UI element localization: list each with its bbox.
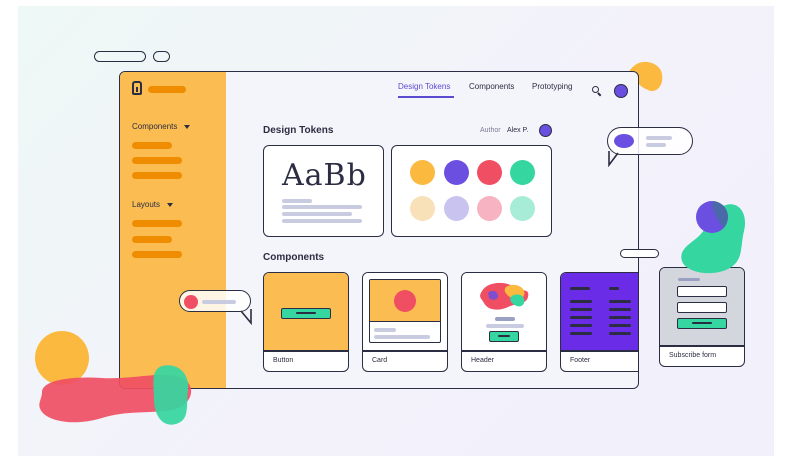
sidebar-section-layouts-label: Layouts (132, 200, 161, 209)
button-preview (677, 318, 727, 329)
component-card-label: Subscribe form (669, 352, 717, 359)
header-preview-graphic (480, 282, 529, 310)
decor-pill-short (153, 51, 170, 62)
footer-link-placeholder (609, 332, 631, 335)
author-avatar (539, 124, 552, 137)
footer-link-placeholder (609, 316, 631, 319)
avatar[interactable] (614, 84, 628, 98)
color-swatch[interactable] (410, 160, 435, 185)
chat-text-placeholder (646, 136, 672, 140)
caret-down-icon (167, 202, 174, 207)
decor-blobs-bottom-left (35, 331, 192, 425)
color-swatch[interactable] (510, 196, 535, 221)
sidebar-item-placeholder[interactable] (132, 236, 172, 243)
component-card-footer[interactable]: Footer (560, 272, 638, 372)
footer-link-placeholder (570, 316, 592, 319)
component-card-card[interactable]: Card (362, 272, 448, 372)
footer-link-placeholder (570, 300, 592, 303)
card-preview-image (370, 280, 440, 322)
text-line-placeholder (282, 205, 362, 209)
color-swatch[interactable] (510, 160, 535, 185)
card-divider (462, 350, 546, 352)
chat-bubble-tail (240, 309, 252, 325)
color-token-card[interactable] (391, 145, 552, 237)
decor-pill-long (94, 51, 146, 62)
card-preview (363, 273, 447, 350)
tab-prototyping[interactable]: Prototyping (532, 82, 572, 91)
card-divider (363, 350, 447, 352)
card-preview (264, 273, 348, 350)
button-preview (489, 331, 519, 342)
text-line-placeholder (486, 324, 524, 328)
tab-components[interactable]: Components (469, 82, 514, 91)
color-swatch[interactable] (477, 196, 502, 221)
logo-wordmark-placeholder (148, 86, 186, 93)
chat-bubble-tail (608, 151, 619, 167)
sidebar-item-placeholder[interactable] (132, 142, 172, 149)
logo-icon[interactable] (132, 81, 142, 95)
footer-link-placeholder (609, 308, 631, 311)
footer-link-placeholder (609, 324, 631, 327)
text-line-placeholder (495, 317, 515, 321)
sidebar-item-placeholder[interactable] (132, 220, 182, 227)
footer-link-placeholder (570, 287, 590, 290)
author-name: Alex P. (507, 127, 529, 134)
typography-sample: AaBb (282, 158, 367, 193)
sidebar-item-placeholder[interactable] (132, 157, 182, 164)
card-preview (660, 268, 744, 345)
sidebar-item-placeholder[interactable] (132, 172, 182, 179)
footer-link-placeholder (570, 324, 592, 327)
component-card-label: Header (471, 357, 494, 364)
decor-pill-right (620, 249, 659, 258)
card-divider (660, 345, 744, 347)
sidebar-item-placeholder[interactable] (132, 251, 182, 258)
color-swatch[interactable] (410, 196, 435, 221)
active-tab-underline (398, 96, 454, 98)
sidebar-section-components-label: Components (132, 122, 178, 131)
color-swatch[interactable] (444, 160, 469, 185)
footer-link-placeholder (570, 332, 592, 335)
design-tokens-title: Design Tokens (263, 125, 334, 136)
component-card-label: Footer (570, 357, 591, 364)
component-card-header[interactable]: Header (461, 272, 547, 372)
text-line-placeholder (282, 219, 362, 223)
chat-text-placeholder (646, 143, 666, 147)
component-card-subscribe-form[interactable]: Subscribe form (659, 267, 745, 367)
color-swatch[interactable] (444, 196, 469, 221)
search-icon[interactable] (592, 86, 599, 93)
card-preview (561, 273, 638, 350)
components-title: Components (263, 252, 325, 263)
card-preview (462, 273, 546, 350)
chat-bubble-avatar (184, 295, 198, 309)
chat-bubble-avatar (614, 134, 634, 148)
sidebar-section-layouts[interactable]: Layouts (132, 200, 174, 209)
component-card-label: Card (372, 357, 388, 364)
sidebar-section-components[interactable]: Components (132, 122, 191, 131)
form-title-placeholder (678, 278, 700, 281)
component-card-button[interactable]: Button (263, 272, 349, 372)
form-input-preview (677, 286, 727, 297)
text-line-placeholder (374, 328, 396, 332)
text-line-placeholder (282, 199, 312, 203)
card-preview-frame (369, 279, 441, 343)
author-label: Author (480, 127, 501, 134)
text-line-placeholder (282, 212, 352, 216)
illustration-canvas: Components Layouts Design Tokens Compone… (18, 6, 774, 456)
footer-link-placeholder (609, 300, 631, 303)
form-input-preview (677, 302, 727, 313)
card-divider (561, 350, 638, 352)
decor-blob-green-right (681, 201, 746, 274)
text-line-placeholder (374, 335, 430, 339)
component-card-label: Button (273, 357, 294, 364)
tab-design-tokens[interactable]: Design Tokens (398, 82, 450, 91)
button-preview (281, 308, 331, 319)
card-divider (264, 350, 348, 352)
color-swatch[interactable] (477, 160, 502, 185)
card-preview-circle (394, 290, 416, 312)
footer-link-placeholder (609, 287, 619, 290)
footer-link-placeholder (570, 308, 592, 311)
caret-down-icon (184, 124, 191, 129)
typography-token-card[interactable]: AaBb (263, 145, 384, 237)
chat-text-placeholder (202, 300, 236, 304)
